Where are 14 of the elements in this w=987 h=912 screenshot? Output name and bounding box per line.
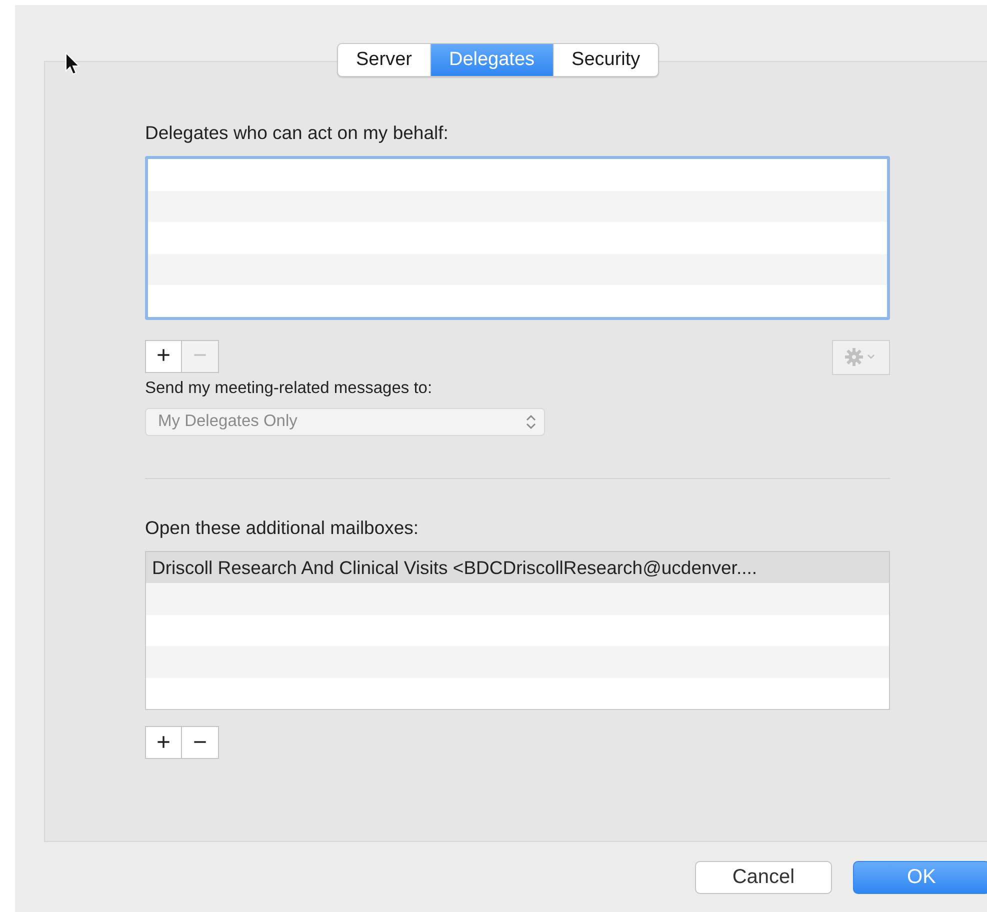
list-box[interactable] [145, 156, 890, 320]
section-label: Delegates who can act on my behalf: [145, 122, 448, 144]
section-label: Open these additional mailboxes: [145, 516, 419, 538]
stepper-arrows-icon [526, 414, 536, 430]
list-box[interactable]: Driscoll Research And Clinical Visits <BDCDriscollResearch@ucdenver.... [145, 550, 890, 710]
add-button[interactable]: + [145, 340, 182, 372]
tab[interactable]: Server [338, 44, 431, 76]
add-button[interactable]: + [145, 726, 182, 759]
remove-button[interactable]: − [182, 726, 219, 759]
mouse-pointer-icon [65, 52, 81, 76]
list-row[interactable]: Driscoll Research And Clinical Visits <BDCDriscollResearch@ucdenver.... [146, 552, 889, 583]
field-label: Send my meeting-related messages to: [145, 378, 432, 398]
cancel-button[interactable]: Cancel [695, 861, 832, 894]
tab[interactable]: Security [554, 44, 658, 76]
